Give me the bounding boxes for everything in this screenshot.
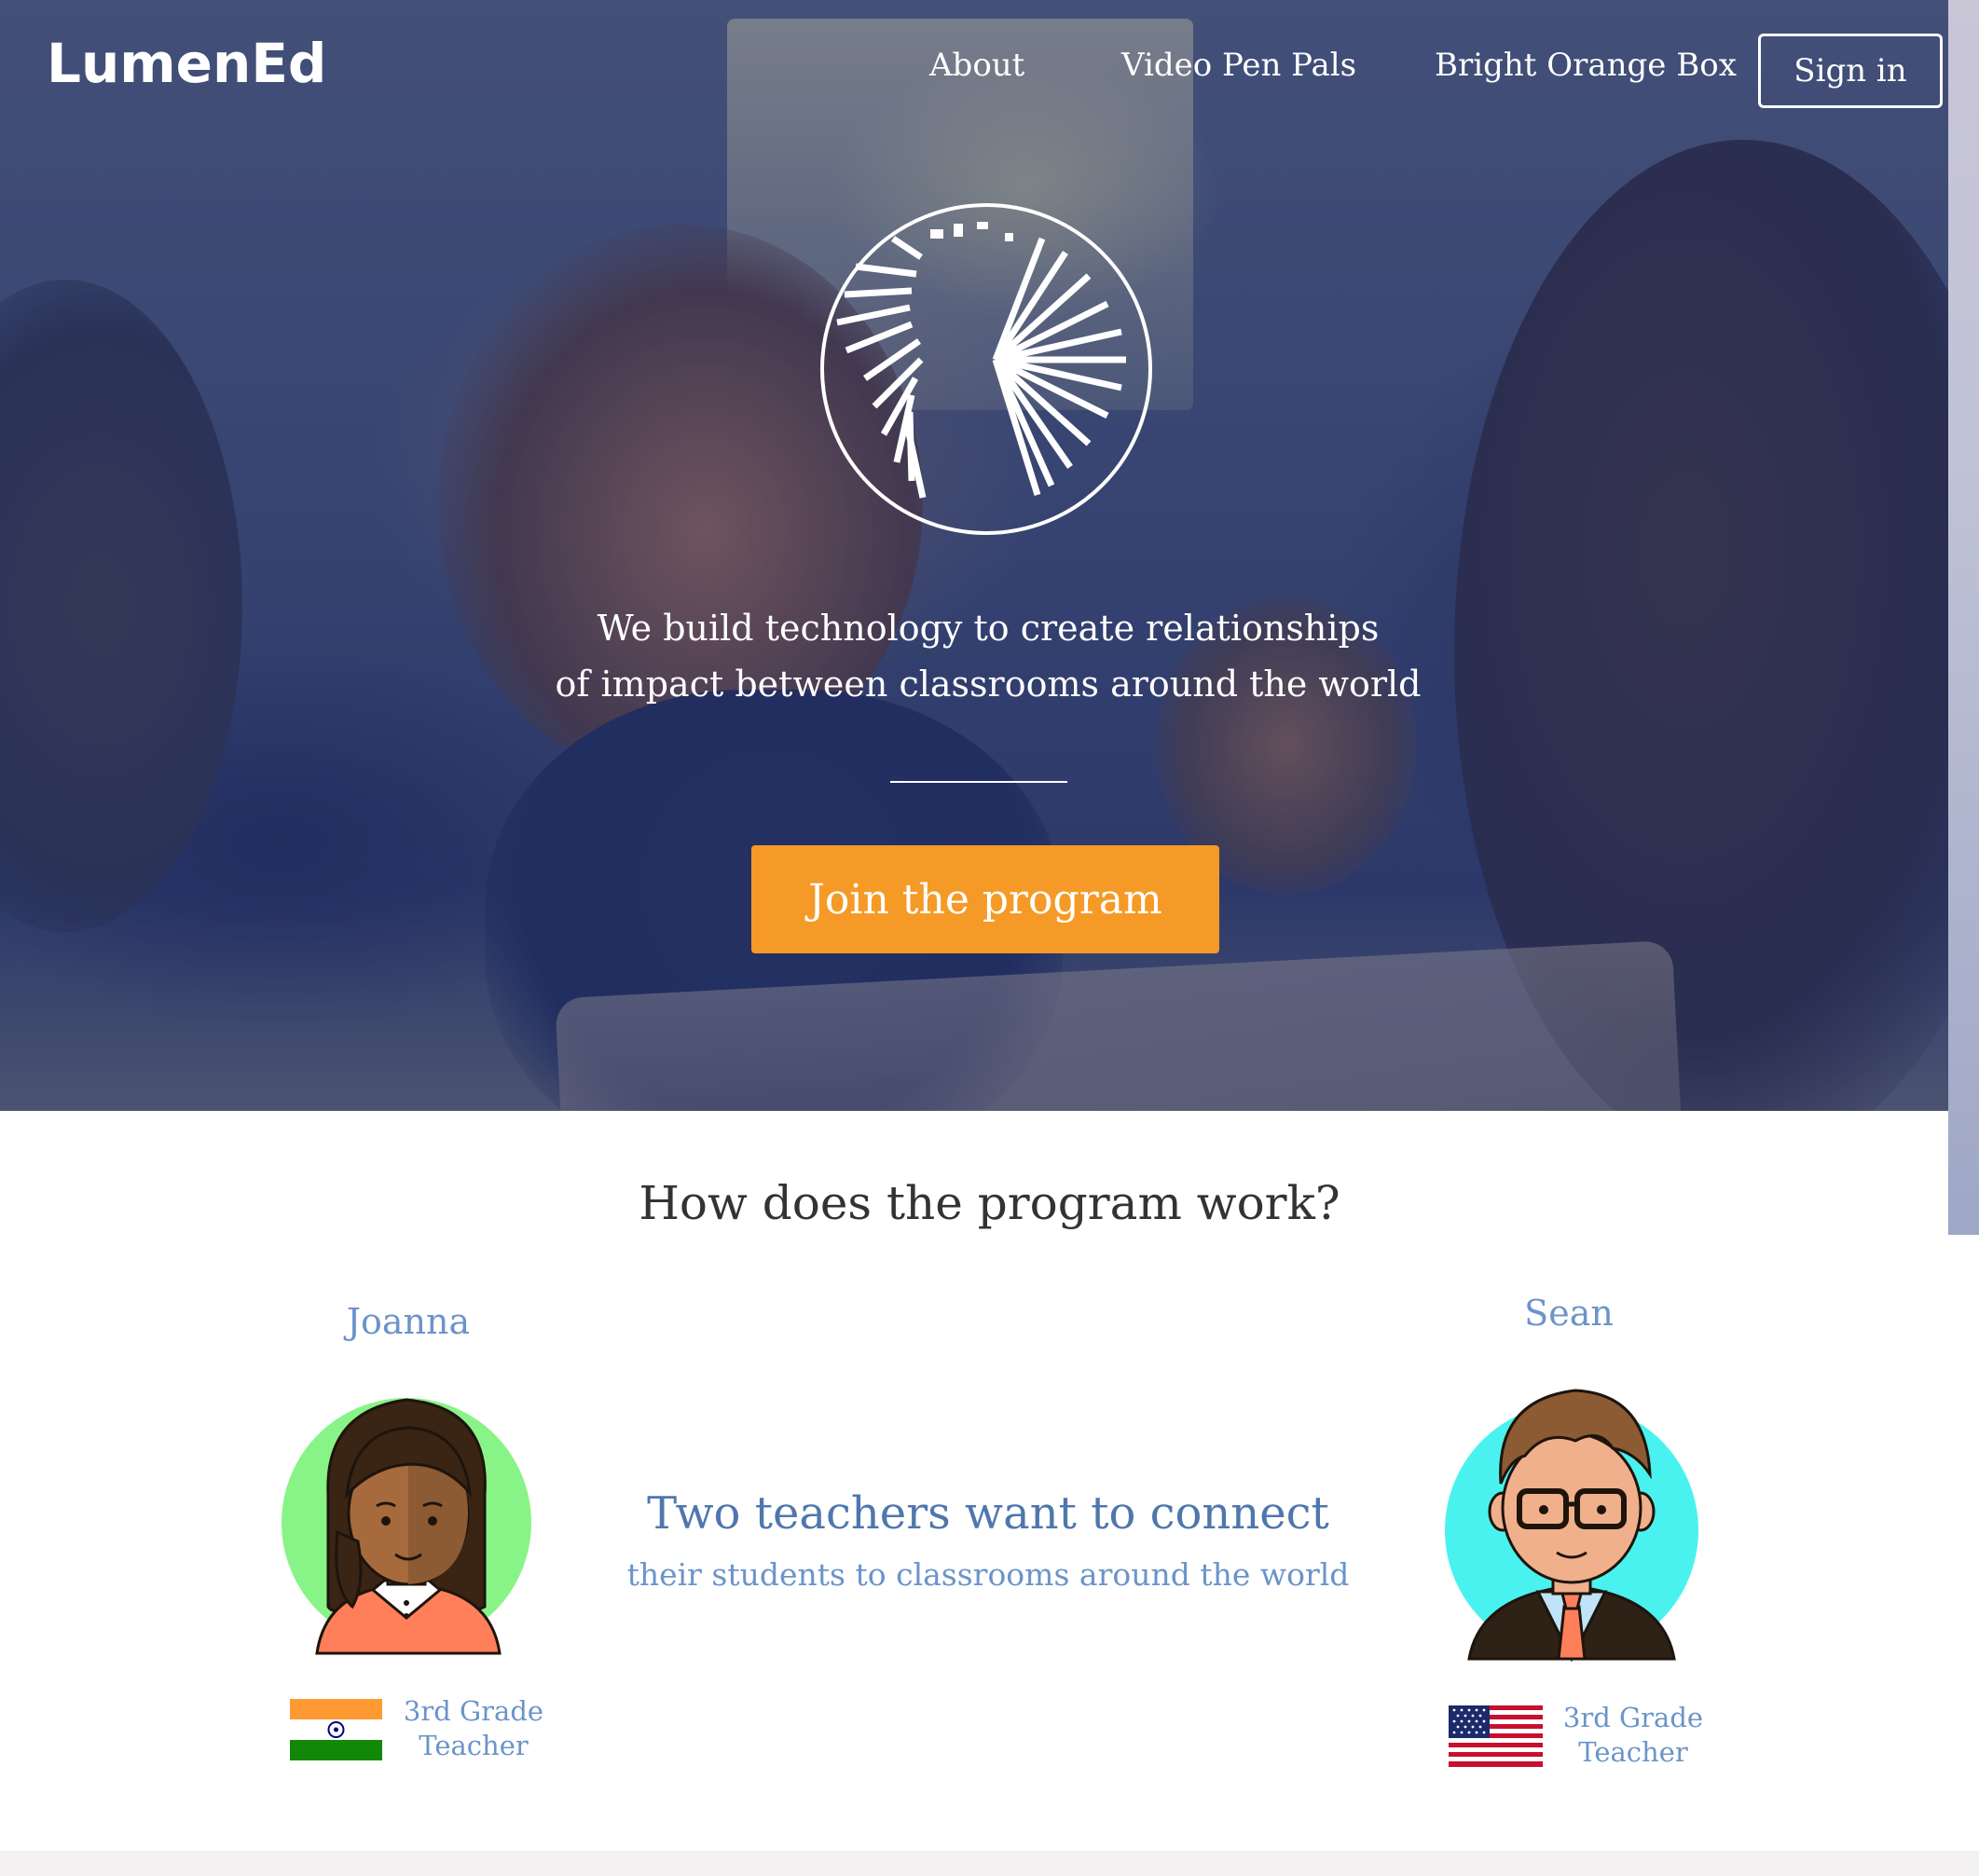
brand-logo[interactable]: LumenEd	[47, 32, 326, 95]
india-flag-icon	[290, 1699, 382, 1760]
joanna-role: 3rd Grade Teacher	[380, 1694, 567, 1763]
hero-tagline: We build technology to create relationsh…	[522, 600, 1454, 712]
joanna-avatar-icon	[282, 1398, 531, 1655]
hero-tagline-line-1: We build technology to create relationsh…	[597, 608, 1380, 649]
page-scroll-edge	[1948, 0, 1979, 1235]
join-program-button[interactable]: Join the program	[751, 845, 1219, 953]
footer-strip	[0, 1851, 1979, 1876]
sean-role: 3rd Grade Teacher	[1540, 1701, 1726, 1770]
joanna-role-line-1: 3rd Grade	[403, 1695, 544, 1727]
sean-avatar-icon	[1445, 1389, 1698, 1663]
teacher-name-joanna: Joanna	[346, 1301, 471, 1342]
hero-tagline-line-2: of impact between classrooms around the …	[555, 664, 1422, 705]
teacher-name-sean: Sean	[1524, 1293, 1614, 1334]
globe-logo-icon	[820, 203, 1152, 535]
nav-link-about[interactable]: About	[929, 47, 1024, 84]
nav-link-bright-orange-box[interactable]: Bright Orange Box	[1435, 47, 1737, 84]
joanna-role-line-2: Teacher	[419, 1730, 529, 1761]
nav-link-video-pen-pals[interactable]: Video Pen Pals	[1121, 47, 1356, 84]
hero-divider	[890, 781, 1067, 783]
usa-flag-icon	[1449, 1705, 1543, 1767]
section-title: How does the program work?	[639, 1176, 1340, 1230]
sean-role-line-1: 3rd Grade	[1562, 1702, 1704, 1733]
connect-subline: their students to classrooms around the …	[626, 1556, 1350, 1593]
hero-banner: LumenEd About Video Pen Pals Bright Oran…	[0, 0, 1948, 1111]
connect-headline: Two teachers want to connect	[647, 1487, 1329, 1540]
sign-in-button[interactable]: Sign in	[1758, 34, 1943, 108]
sean-role-line-2: Teacher	[1578, 1736, 1688, 1768]
